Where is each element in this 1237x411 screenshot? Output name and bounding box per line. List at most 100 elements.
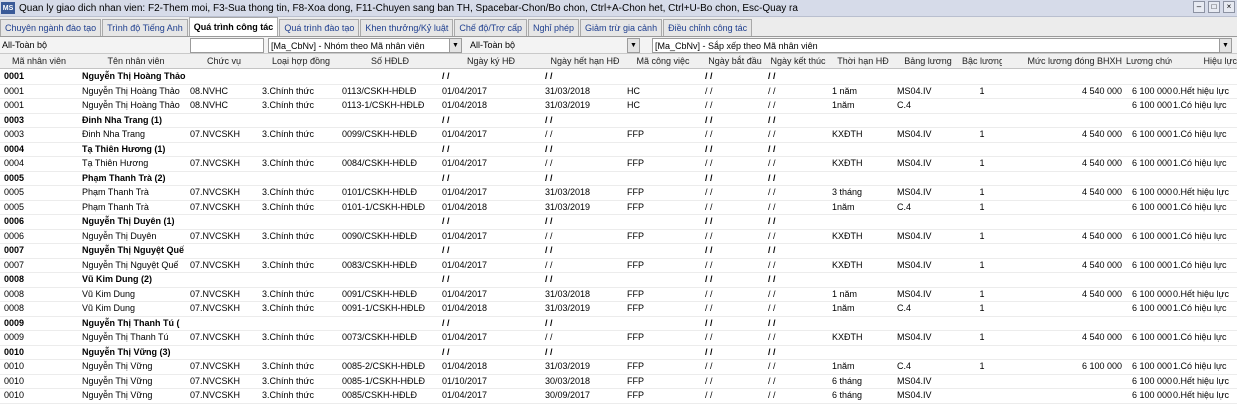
tab-0[interactable]: Chuyên ngành đào tạo bbox=[0, 19, 102, 36]
column-header[interactable]: Ngày bắt đầu bbox=[705, 54, 765, 68]
table-cell bbox=[342, 272, 438, 286]
table-row[interactable]: 0010 Nguyễn Thị Vững 07.NVCSKH 3.Chính thức… bbox=[0, 388, 1237, 404]
table-cell: 6 100 000 bbox=[1131, 259, 1172, 270]
tab-4[interactable]: Khen thưởng/Kỷ luật bbox=[360, 19, 454, 36]
table-cell bbox=[832, 316, 894, 330]
table-cell: 31/03/2019 bbox=[545, 201, 591, 212]
column-header[interactable]: Số HĐLĐ bbox=[342, 54, 438, 68]
table-cell: MS04.IV bbox=[897, 129, 932, 139]
table-cell bbox=[832, 243, 894, 257]
table-cell: 6 tháng bbox=[832, 390, 863, 400]
group-row[interactable]: 0003 Đinh Nha Trang (1) / / / / / / / / bbox=[0, 113, 1237, 128]
table-row[interactable]: 0005 Phạm Thanh Trà 07.NVCSKH 3.Chính thức 0… bbox=[0, 185, 1237, 201]
tab-7[interactable]: Giảm trừ gia cảnh bbox=[580, 19, 663, 36]
table-cell: / / bbox=[768, 274, 776, 284]
tab-6[interactable]: Nghỉ phép bbox=[527, 19, 580, 36]
table-cell bbox=[262, 345, 340, 359]
table-row[interactable]: 0004 Tạ Thiên Hương 07.NVCSKH 3.Chính thức 0… bbox=[0, 156, 1237, 172]
filter-1[interactable]: All-Toàn bộ bbox=[2, 38, 182, 51]
chevron-down-icon[interactable]: ▼ bbox=[627, 38, 640, 53]
group-row[interactable]: 0006 Nguyễn Thị Duyên (1) / / / / / / / / bbox=[0, 214, 1237, 230]
table-cell: Vũ Kim Dung bbox=[82, 303, 136, 313]
tab-5[interactable]: Chế độ/Trợ cấp bbox=[454, 19, 527, 36]
table-cell: FFP bbox=[627, 201, 644, 212]
table-row[interactable]: 0007 Nguyễn Thị Nguyệt Quế 07.NVCSKH 3.Chín… bbox=[0, 258, 1237, 273]
table-cell: 1.Có hiệu lực bbox=[1173, 158, 1227, 168]
column-header[interactable]: Lương chức danh bbox=[1126, 54, 1172, 68]
tab-1[interactable]: Trình độ Tiếng Anh bbox=[102, 19, 188, 36]
filter-1-input[interactable] bbox=[190, 38, 264, 53]
table-cell bbox=[1004, 243, 1122, 257]
table-cell: C.4 bbox=[897, 100, 912, 110]
table-cell bbox=[962, 98, 1002, 112]
table-cell: 1 năm bbox=[832, 85, 858, 96]
sort-by-select[interactable]: [Ma_CbNv] - Sắp xếp theo Mã nhân viên ▼ bbox=[652, 38, 1232, 53]
table-cell: 31/03/2019 bbox=[545, 303, 591, 313]
column-header[interactable]: Ngày kết thúc bbox=[768, 54, 828, 68]
table-cell: 1 bbox=[979, 361, 985, 371]
minimize-icon[interactable]: – bbox=[1193, 1, 1205, 13]
group-row[interactable]: 0009 Nguyễn Thị Thanh Tú (/ / / / / / / / bbox=[0, 316, 1237, 331]
chevron-down-icon[interactable]: ▼ bbox=[1219, 39, 1231, 52]
table-cell: 07.NVCSKH bbox=[190, 201, 241, 212]
chevron-down-icon[interactable]: ▼ bbox=[449, 39, 461, 52]
tab-3[interactable]: Quá trình đào tạo bbox=[279, 19, 360, 36]
table-cell: Nguyễn Thị Duyên bbox=[82, 230, 157, 241]
column-header[interactable]: Tên nhân viên bbox=[82, 54, 190, 68]
table-cell: 01/04/2017 bbox=[442, 230, 488, 241]
close-icon[interactable]: × bbox=[1223, 1, 1235, 13]
table-cell: 0091/CSKH-HĐLĐ bbox=[342, 288, 418, 299]
table-cell: / / bbox=[442, 114, 450, 125]
table-cell: 1 năm bbox=[832, 288, 858, 299]
table-row[interactable]: 0005 Phạm Thanh Trà 07.NVCSKH 3.Chính thức 0… bbox=[0, 200, 1237, 215]
table-cell: / / bbox=[705, 216, 713, 226]
table-row[interactable]: 0010 Nguyễn Thị Vững 07.NVCSKH 3.Chính thức… bbox=[0, 359, 1237, 375]
table-row[interactable]: 0003 Đinh Nha Trang 07.NVCSKH 3.Chính thức 0… bbox=[0, 127, 1237, 143]
column-header[interactable]: Hiệu lực bbox=[1173, 54, 1237, 68]
column-header[interactable]: Mã nhân viên bbox=[4, 54, 74, 68]
group-row[interactable]: 0007 Nguyễn Thị Nguyệt Quế / / / / / / / / bbox=[0, 243, 1237, 259]
table-row[interactable]: 0008 Vũ Kim Dung 07.NVCSKH 3.Chính thức 0091… bbox=[0, 287, 1237, 302]
table-cell: / / bbox=[705, 245, 713, 255]
table-cell bbox=[190, 214, 258, 228]
table-row[interactable]: 0008 Vũ Kim Dung 07.NVCSKH 3.Chính thức 0091… bbox=[0, 301, 1237, 317]
table-cell: 01/04/2018 bbox=[442, 361, 488, 371]
column-header[interactable]: Ngày ký HĐ bbox=[442, 54, 540, 68]
column-header[interactable]: Bảng lương bbox=[897, 54, 959, 68]
table-cell: 0113/CSKH-HĐLĐ bbox=[342, 85, 417, 96]
table-cell bbox=[1173, 171, 1237, 185]
column-header[interactable]: Loại hợp đồng bbox=[262, 54, 340, 68]
group-row[interactable]: 0001 Nguyễn Thị Hoàng Thảo / / / / / / / / bbox=[0, 69, 1237, 85]
table-cell bbox=[962, 142, 1002, 156]
table-cell: 0091-1/CSKH-HĐLĐ bbox=[342, 303, 426, 313]
table-cell: / / bbox=[768, 172, 776, 183]
group-row[interactable]: 0010 Nguyễn Thị Vững (3) / / / / / / / / bbox=[0, 345, 1237, 360]
column-header[interactable]: Mã công việc bbox=[627, 54, 699, 68]
table-cell: / / bbox=[545, 172, 553, 183]
table-row[interactable]: 0006 Nguyễn Thị Duyên 07.NVCSKH 3.Chính thứ… bbox=[0, 229, 1237, 244]
table-row[interactable]: 0009 Nguyễn Thị Thanh Tú 07.NVCSKH 3.Chính … bbox=[0, 330, 1237, 346]
column-header[interactable]: Thời hạn HĐ bbox=[832, 54, 894, 68]
filter-2[interactable]: All-Toàn bộ ▼ bbox=[470, 38, 640, 53]
tab-8[interactable]: Điều chỉnh công tác bbox=[663, 19, 753, 36]
table-cell bbox=[962, 345, 1002, 359]
group-by-select[interactable]: [Ma_CbNv] - Nhóm theo Mã nhân viên ▼ bbox=[268, 38, 462, 53]
column-header[interactable]: Mức lương đóng BHXH bbox=[1004, 54, 1123, 68]
table-cell: 0001 bbox=[4, 71, 25, 81]
column-header[interactable]: Ngày hết hạn HĐ bbox=[545, 54, 625, 68]
maximize-icon[interactable]: □ bbox=[1208, 1, 1220, 13]
table-cell bbox=[1126, 142, 1172, 156]
table-cell: 3.Chính thức bbox=[262, 332, 315, 342]
group-row[interactable]: 0008 Vũ Kim Dung (2) / / / / / / / / bbox=[0, 272, 1237, 288]
table-cell bbox=[627, 69, 699, 83]
table-row[interactable]: 0010 Nguyễn Thị Vững 07.NVCSKH 3.Chính thức… bbox=[0, 374, 1237, 389]
column-header[interactable]: Bậc lương bbox=[962, 54, 1002, 68]
column-header[interactable]: Chức vụ bbox=[190, 54, 258, 68]
table-row[interactable]: 0001 Nguyễn Thị Hoàng Thảo 08.NVHC 3.Chính … bbox=[0, 84, 1237, 99]
table-cell: / / bbox=[768, 187, 776, 197]
group-row[interactable]: 0005 Phạm Thanh Trà (2) / / / / / / / / bbox=[0, 171, 1237, 186]
table-row[interactable]: 0001 Nguyễn Thị Hoàng Thảo 08.NVHC 3.Chính … bbox=[0, 98, 1237, 114]
table-cell: 01/04/2017 bbox=[442, 288, 488, 299]
group-row[interactable]: 0004 Tạ Thiên Hương (1) / / / / / / / / bbox=[0, 142, 1237, 157]
tab-2[interactable]: Quá trình công tác bbox=[188, 17, 279, 36]
